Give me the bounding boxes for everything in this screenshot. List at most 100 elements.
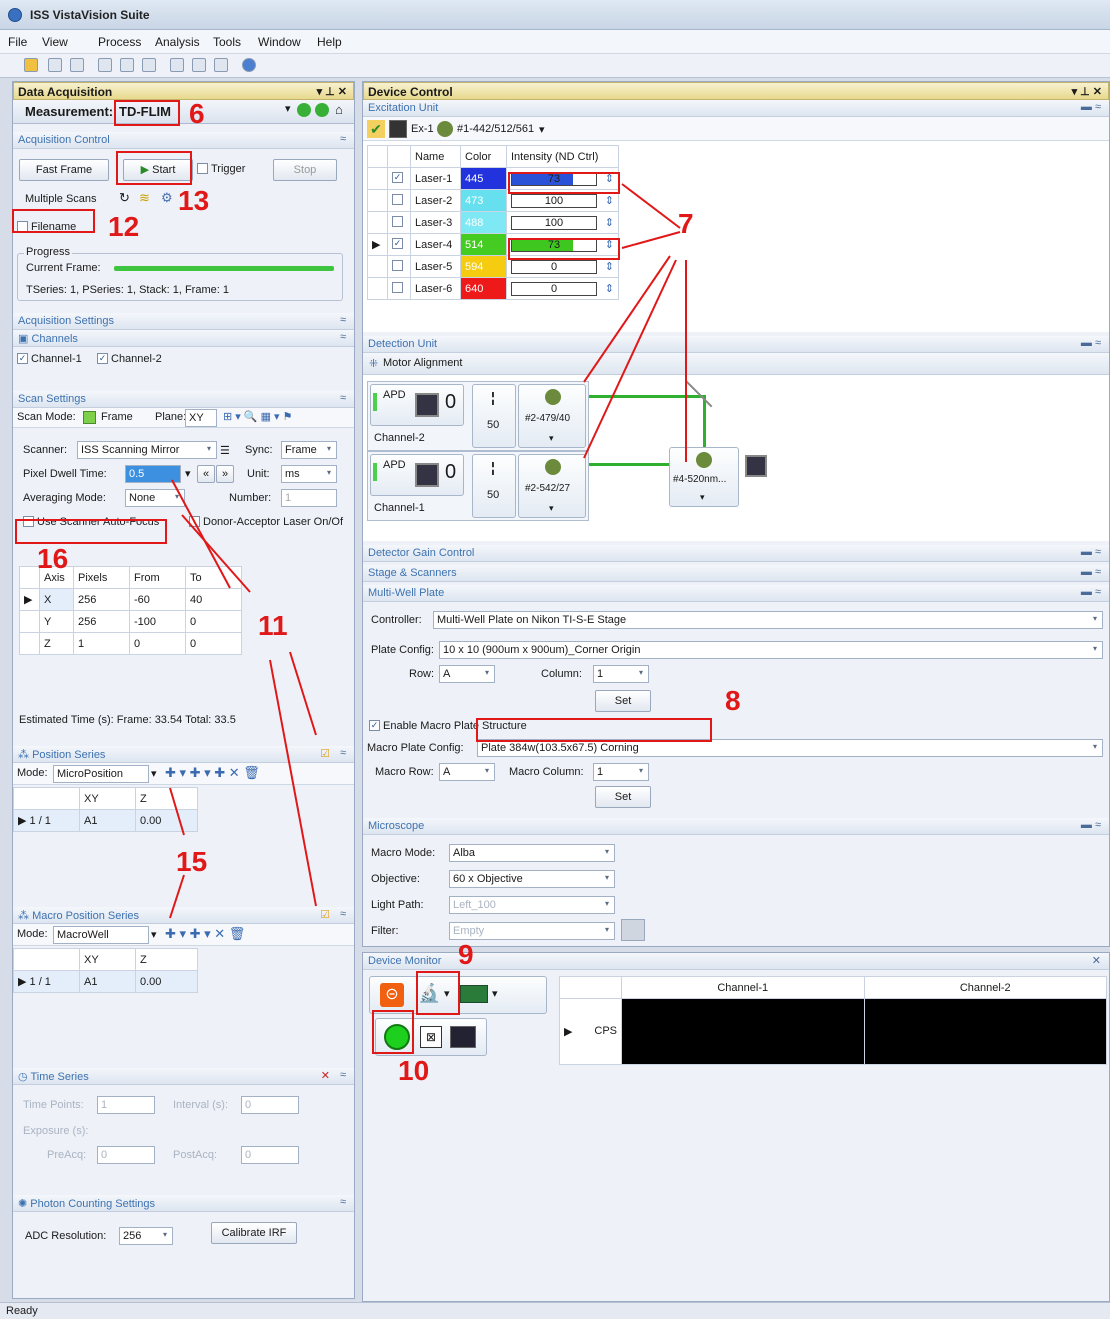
laser-checkbox[interactable] xyxy=(387,277,411,300)
macro-mode-select[interactable]: MacroWell xyxy=(53,926,149,944)
intensity-input[interactable]: 0 xyxy=(511,281,597,296)
intensity-input[interactable]: 100 xyxy=(511,215,597,230)
menu-tools[interactable]: Tools xyxy=(213,35,241,49)
shutter-icon[interactable] xyxy=(745,455,767,477)
shutter-icon[interactable] xyxy=(415,463,439,487)
measurement-dropdown-icon[interactable]: ▾ xyxy=(285,102,291,115)
pixels-cell[interactable]: 256 xyxy=(73,588,130,611)
menu-process[interactable]: Process xyxy=(98,35,141,49)
collapse-icon[interactable]: ▬ ≈ xyxy=(1081,819,1101,831)
spinner-icon[interactable]: ⇕ xyxy=(605,216,614,229)
chevron-down-icon[interactable]: ▾ xyxy=(492,987,498,1000)
scope-icon[interactable] xyxy=(450,1026,476,1048)
table-row[interactable]: ▶ X 256 -60 40 xyxy=(19,588,242,611)
postacq-input[interactable]: 0 xyxy=(241,1146,299,1164)
collapse-icon[interactable]: ≈ xyxy=(340,392,346,404)
laser-row[interactable]: Laser-5 594 0 ⇕ xyxy=(367,255,619,278)
controller-select[interactable]: Multi-Well Plate on Nikon TI-S-E Stage ▾ xyxy=(433,611,1103,629)
back-icon[interactable] xyxy=(297,103,311,117)
time-points-input[interactable]: 1 xyxy=(97,1096,155,1114)
table-row[interactable]: Y 256 -100 0 xyxy=(19,610,242,633)
help-icon[interactable] xyxy=(242,58,256,72)
run-indicator-icon[interactable] xyxy=(384,1024,410,1050)
enable-macro-checkbox[interactable]: ✓ Enable Macro Plate Structure xyxy=(369,719,527,732)
acquisition-control-header[interactable]: Acquisition Control ≈ xyxy=(13,132,354,149)
laser-checkbox[interactable] xyxy=(387,189,411,212)
board-icon[interactable] xyxy=(460,985,488,1003)
unit-select[interactable]: ms ▾ xyxy=(281,465,337,483)
scan-tools-icon[interactable]: ⊞ ▾ 🔍 ▦ ▾ ⚑ xyxy=(223,410,293,423)
laser-checkbox[interactable] xyxy=(387,255,411,278)
stop-button[interactable]: Stop xyxy=(273,159,337,181)
from-cell[interactable]: -100 xyxy=(129,610,186,633)
pixels-cell[interactable]: 256 xyxy=(73,610,130,633)
to-cell[interactable]: 0 xyxy=(185,610,242,633)
disable-icon[interactable]: ✕ xyxy=(321,1069,330,1082)
detection-unit-header[interactable]: Detection Unit ▬ ≈ xyxy=(363,336,1109,353)
macro-tools-icon[interactable]: ✚ ▾ ✚ ▾ ✕ 🗑 xyxy=(165,926,245,942)
intensity-input[interactable]: 73 xyxy=(511,171,597,186)
time-series-header[interactable]: ◷ Time Series ✕ ≈ xyxy=(13,1068,354,1085)
scanner-menu-icon[interactable]: ☰ xyxy=(220,444,230,457)
expand-icon[interactable]: ▬ ≈ xyxy=(1081,546,1101,558)
photon-counting-header[interactable]: ✺ Photon Counting Settings ≈ xyxy=(13,1195,354,1212)
close-icon[interactable]: ✕ xyxy=(1092,954,1101,967)
number-input[interactable]: 1 xyxy=(281,489,337,507)
calibrate-irf-button[interactable]: Calibrate IRF xyxy=(211,1222,297,1244)
position-mode-select[interactable]: MicroPosition xyxy=(53,765,149,783)
open-icon[interactable] xyxy=(24,58,38,72)
start-button[interactable]: ▶ Start xyxy=(123,159,193,181)
axis-cell[interactable]: Z xyxy=(39,632,74,655)
chevron-down-icon[interactable]: ▾ xyxy=(539,123,545,136)
row-select[interactable]: A ▾ xyxy=(439,665,495,683)
multi-well-header[interactable]: Multi-Well Plate ▬ ≈ xyxy=(363,585,1109,602)
axis-cell[interactable]: Y xyxy=(39,610,74,633)
z-cell[interactable]: 0.00 xyxy=(135,809,198,832)
filter-value[interactable]: #1-442/512/561 xyxy=(457,123,534,135)
intensity-input[interactable]: 0 xyxy=(511,259,597,274)
menu-help[interactable]: Help xyxy=(317,35,342,49)
channel1-checkbox[interactable]: ✓ Channel-1 xyxy=(17,352,82,365)
column-select[interactable]: 1 ▾ xyxy=(593,665,649,683)
laser-row[interactable]: ✓ Laser-1 445 73 ⇕ xyxy=(367,167,619,190)
laser-row[interactable]: Laser-6 640 0 ⇕ xyxy=(367,277,619,300)
channel2-checkbox[interactable]: ✓ Channel-2 xyxy=(97,352,162,365)
pinhole2-block[interactable]: ¦ 50 xyxy=(472,384,516,448)
laser-checkbox[interactable]: ✓ xyxy=(387,233,411,256)
microscope-header[interactable]: Microscope ▬ ≈ xyxy=(363,818,1109,835)
measurement-value[interactable]: TD-FLIM xyxy=(119,104,171,119)
position-series-header[interactable]: ⁂ Position Series ☑ ≈ xyxy=(13,746,354,763)
sync-select[interactable]: Frame ▾ xyxy=(281,441,337,459)
fast-frame-button[interactable]: Fast Frame xyxy=(19,159,109,181)
frame-mode-icon[interactable] xyxy=(83,411,96,424)
filter-wheel-icon[interactable] xyxy=(437,121,453,137)
channels-header[interactable]: ▣ Channels ≈ xyxy=(13,330,354,347)
paste-icon[interactable] xyxy=(142,58,156,72)
save-all-icon[interactable] xyxy=(70,58,84,72)
position-tools-icon[interactable]: ✚ ▾ ✚ ▾ ✚ ✕ 🗑 xyxy=(165,765,260,781)
macro-mode-select[interactable]: Alba ▾ xyxy=(449,844,615,862)
z-cell[interactable]: 0.00 xyxy=(135,970,198,993)
menu-file[interactable]: File xyxy=(8,35,27,49)
xy-cell[interactable]: A1 xyxy=(79,970,136,993)
to-cell[interactable]: 40 xyxy=(185,588,242,611)
from-cell[interactable]: 0 xyxy=(129,632,186,655)
cut-icon[interactable] xyxy=(98,58,112,72)
intensity-input[interactable]: 100 xyxy=(511,193,597,208)
laser-row[interactable]: Laser-3 488 100 ⇕ xyxy=(367,211,619,234)
xy-cell[interactable]: A1 xyxy=(79,809,136,832)
scan-mode-value[interactable]: Frame xyxy=(101,411,133,423)
enable-check-icon[interactable]: ✔ xyxy=(367,120,385,138)
set2-button[interactable]: Set xyxy=(595,786,651,808)
filter2-block[interactable]: #2-479/40 ▾ xyxy=(518,384,586,448)
collapse-icon[interactable]: ≈ xyxy=(340,747,346,759)
acquisition-settings-header[interactable]: Acquisition Settings ≈ xyxy=(13,313,354,330)
table-row[interactable]: ▶ 1 / 1 A1 0.00 xyxy=(13,970,198,993)
print-icon[interactable] xyxy=(214,58,228,72)
macro-position-series-header[interactable]: ⁂ Macro Position Series ☑ ≈ xyxy=(13,907,354,924)
spinner-icon[interactable]: ⇕ xyxy=(605,172,614,185)
shutter-icon[interactable] xyxy=(389,120,407,138)
settings-icon[interactable]: ⚙ xyxy=(161,190,173,206)
apd2-block[interactable]: APD 0 xyxy=(370,384,464,426)
laser-checkbox[interactable] xyxy=(387,211,411,234)
